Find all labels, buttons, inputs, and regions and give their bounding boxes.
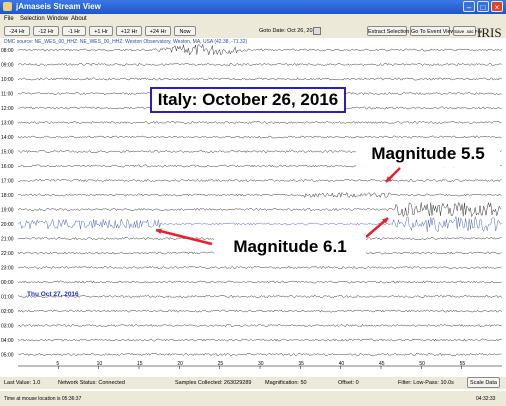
maximize-icon[interactable]: □ xyxy=(477,1,489,12)
hour-label: 20:00 xyxy=(1,222,14,228)
hour-label: 18:00 xyxy=(1,193,14,199)
hour-label: 05:00 xyxy=(1,353,14,359)
plus-24hr-button[interactable]: +24 Hr xyxy=(145,26,171,36)
x-tick-label: 55 xyxy=(460,361,466,367)
now-button[interactable]: Now xyxy=(174,26,196,36)
hour-label: 03:00 xyxy=(1,324,14,330)
scale-data-button[interactable]: Scale Data xyxy=(467,377,500,388)
x-tick-label: 40 xyxy=(339,361,345,367)
menu-window[interactable]: Window xyxy=(47,16,68,22)
x-tick-label: 30 xyxy=(258,361,264,367)
event-title-box: Italy: October 26, 2016 xyxy=(150,87,346,113)
x-tick-label: 35 xyxy=(298,361,304,367)
menu-bar: File Selection Window About xyxy=(0,14,506,24)
status-bar: Last Value: 1.0 Network Status: Connecte… xyxy=(0,377,506,389)
hour-label: 01:00 xyxy=(1,295,14,301)
minus-1hr-button[interactable]: -1 Hr xyxy=(62,26,86,36)
hour-label: 10:00 xyxy=(1,77,14,83)
hour-label: 13:00 xyxy=(1,121,14,127)
hour-label: 11:00 xyxy=(1,92,13,98)
calendar-icon[interactable] xyxy=(313,27,321,35)
x-tick-label: 20 xyxy=(177,361,183,367)
hour-label: 17:00 xyxy=(1,179,14,185)
filter: Filter: Low-Pass: 10.0s xyxy=(398,380,454,386)
hour-label: 16:00 xyxy=(1,164,14,170)
save-sac-file-button[interactable]: Save .sac File xyxy=(453,26,482,36)
hour-label: 22:00 xyxy=(1,251,14,257)
network-status: Network Status: Connected xyxy=(58,380,125,386)
menu-file[interactable]: File xyxy=(4,16,14,22)
samples-collected: Samples Collected: 263029289 xyxy=(175,380,252,386)
hour-label: 08:00 xyxy=(1,48,14,54)
hour-label: 00:00 xyxy=(1,280,14,286)
hour-label: 09:00 xyxy=(1,63,14,69)
clock: 04:32:33 xyxy=(476,396,496,402)
app-icon xyxy=(3,2,12,11)
hour-label: 04:00 xyxy=(1,338,14,344)
hour-label: 14:00 xyxy=(1,135,14,141)
x-tick-label: 45 xyxy=(379,361,385,367)
day-marker: Thu Oct 27, 2016 xyxy=(27,291,79,298)
magnitude-6-1-label: Magnitude 6.1 xyxy=(214,232,366,262)
minus-12hr-button[interactable]: -12 Hr xyxy=(33,26,59,36)
x-tick-label: 15 xyxy=(137,361,143,367)
hour-label: 02:00 xyxy=(1,309,14,315)
toolbar: -24 Hr -12 Hr -1 Hr +1 Hr +12 Hr +24 Hr … xyxy=(0,24,506,38)
go-to-event-view-button[interactable]: Go To Event View xyxy=(410,26,455,36)
plus-12hr-button[interactable]: +12 Hr xyxy=(116,26,142,36)
menu-selection[interactable]: Selection xyxy=(20,16,45,22)
hour-label: 23:00 xyxy=(1,266,14,272)
hour-label: 15:00 xyxy=(1,150,14,156)
x-tick-label: 10 xyxy=(97,361,103,367)
magnification: Magnification: 50 xyxy=(265,380,307,386)
hour-label: 21:00 xyxy=(1,237,14,243)
footer-bar: Time at mouse location is 05:36:37 04:32… xyxy=(0,391,506,406)
last-value: Last Value: 1.0 xyxy=(4,380,41,386)
iris-logo: IRIS xyxy=(477,25,502,40)
minimize-icon[interactable]: – xyxy=(463,1,475,12)
close-icon[interactable]: × xyxy=(491,1,503,12)
extract-selection-button[interactable]: Extract Selection xyxy=(367,26,409,36)
offset: Offset: 0 xyxy=(338,380,359,386)
hour-label: 19:00 xyxy=(1,208,14,214)
menu-about[interactable]: About xyxy=(71,16,87,22)
x-tick-label: 50 xyxy=(419,361,425,367)
hour-label: 12:00 xyxy=(1,106,14,112)
plus-1hr-button[interactable]: +1 Hr xyxy=(89,26,113,36)
x-tick-label: 5 xyxy=(56,361,59,367)
minus-24hr-button[interactable]: -24 Hr xyxy=(4,26,30,36)
title-bar: jAmaseis Stream View – □ × xyxy=(0,0,506,14)
x-tick-label: 25 xyxy=(218,361,224,367)
magnitude-5-5-label: Magnitude 5.5 xyxy=(356,141,500,167)
mouse-time: Time at mouse location is 05:36:37 xyxy=(4,396,82,402)
window-title: jAmaseis Stream View xyxy=(16,2,101,11)
goto-date-label: Goto Date: Oct 26, 2016 xyxy=(259,28,319,34)
